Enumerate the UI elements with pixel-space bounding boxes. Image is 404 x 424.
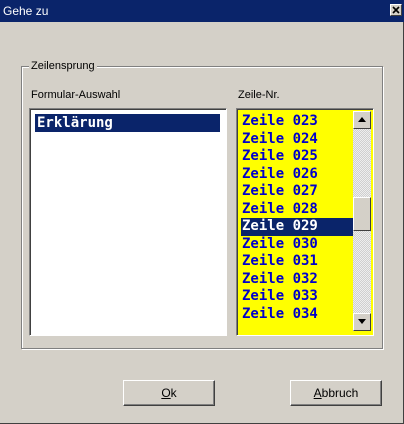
- cancel-button[interactable]: Abbruch: [290, 380, 382, 406]
- ok-mnemonic: O: [161, 386, 171, 400]
- list-item-selected[interactable]: Zeile 029: [241, 218, 353, 236]
- formular-listbox[interactable]: Erklärung: [29, 108, 227, 336]
- list-item[interactable]: Zeile 033: [241, 288, 353, 306]
- close-icon: [392, 6, 400, 14]
- list-item[interactable]: Zeile 023: [241, 113, 353, 131]
- list-item[interactable]: Zeile 028: [241, 201, 353, 219]
- group-label: Zeilensprung: [29, 59, 97, 73]
- cancel-label-rest: bbruch: [321, 386, 359, 400]
- cancel-mnemonic: A: [313, 386, 322, 400]
- scrollbar-thumb[interactable]: [353, 197, 371, 231]
- list-item[interactable]: Zeile 024: [241, 131, 353, 149]
- goto-dialog: Gehe zu Zeilensprung Formular-Auswahl Ze…: [0, 0, 404, 424]
- window-title: Gehe zu: [3, 4, 49, 18]
- arrow-up-icon: [358, 117, 366, 122]
- list-item[interactable]: Zeile 025: [241, 148, 353, 166]
- scroll-up-button[interactable]: [353, 111, 371, 129]
- close-button[interactable]: [390, 4, 402, 16]
- zeile-nr-label: Zeile-Nr.: [238, 89, 280, 101]
- list-item-erklaerung[interactable]: Erklärung: [35, 114, 220, 132]
- list-item[interactable]: Zeile 032: [241, 271, 353, 289]
- list-item[interactable]: Zeile 034: [241, 306, 353, 324]
- arrow-down-icon: [358, 319, 366, 324]
- list-item[interactable]: Zeile 026: [241, 166, 353, 184]
- vertical-scrollbar[interactable]: [353, 111, 371, 331]
- formular-auswahl-label: Formular-Auswahl: [31, 89, 121, 101]
- list-item[interactable]: Zeile 031: [241, 253, 353, 271]
- ok-button[interactable]: Ok: [123, 380, 215, 406]
- ok-label-rest: k: [170, 386, 177, 400]
- list-item[interactable]: Zeile 030: [241, 236, 353, 254]
- zeile-listbox[interactable]: Zeile 023 Zeile 024 Zeile 025 Zeile 026 …: [236, 108, 374, 336]
- scroll-down-button[interactable]: [353, 313, 371, 331]
- list-item[interactable]: Zeile 027: [241, 183, 353, 201]
- title-bar[interactable]: Gehe zu: [0, 0, 404, 22]
